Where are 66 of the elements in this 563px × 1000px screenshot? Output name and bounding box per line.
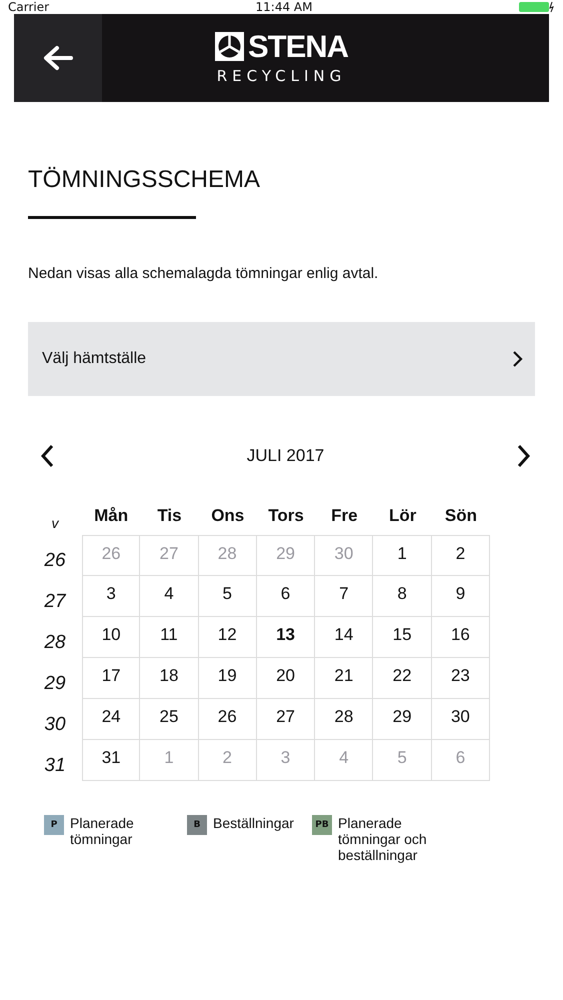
- status-time: 11:44 AM: [256, 0, 312, 14]
- previous-month-button[interactable]: [40, 444, 54, 468]
- calendar-day[interactable]: 13: [256, 617, 316, 658]
- legend-swatch: B: [187, 815, 207, 835]
- month-title: JULI 2017: [246, 446, 324, 466]
- weekday-heading: Tors: [267, 506, 305, 527]
- calendar-day[interactable]: 22: [373, 658, 432, 699]
- calendar-day[interactable]: 21: [315, 658, 374, 699]
- week-number: 30: [43, 712, 67, 736]
- legend-label: Beställningar: [213, 815, 294, 831]
- calendar-day[interactable]: 31: [82, 740, 140, 781]
- calendar-day[interactable]: 11: [140, 617, 199, 658]
- calendar-day[interactable]: 19: [198, 658, 257, 699]
- logo-subtitle: RECYCLING: [216, 67, 346, 85]
- calendar-day[interactable]: 18: [140, 658, 199, 699]
- calendar-day[interactable]: 23: [432, 658, 490, 699]
- calendar-day[interactable]: 26: [198, 699, 257, 740]
- chevron-right-icon: [511, 350, 523, 368]
- location-picker[interactable]: Välj hämtställe: [28, 322, 535, 396]
- week-number: 31: [43, 754, 67, 776]
- weekday-heading: Mån: [93, 506, 130, 527]
- legend-swatch: PB: [312, 815, 332, 835]
- calendar-day[interactable]: 5: [198, 576, 257, 617]
- calendar-day[interactable]: 30: [432, 699, 490, 740]
- legend-swatch: P: [44, 815, 64, 835]
- back-button[interactable]: [14, 14, 102, 102]
- calendar-day[interactable]: 2: [432, 535, 490, 576]
- logo-emblem-icon: [214, 32, 244, 61]
- week-heading: v: [50, 514, 60, 530]
- calendar-day[interactable]: 4: [140, 576, 199, 617]
- intro-text: Nedan visas alla schemalagda tömningar enlig avtal.: [28, 265, 380, 282]
- calendar-day[interactable]: 8: [373, 576, 432, 617]
- calendar-day[interactable]: 27: [256, 699, 316, 740]
- next-month-button[interactable]: [517, 444, 531, 468]
- calendar-day[interactable]: 25: [140, 699, 199, 740]
- page-title: TÖMNINGSSCHEMA: [28, 166, 262, 194]
- calendar-day[interactable]: 28: [315, 699, 374, 740]
- calendar-day[interactable]: 20: [256, 658, 316, 699]
- calendar-day[interactable]: 3: [82, 576, 140, 617]
- week-number: 27: [43, 590, 68, 612]
- legend-label: Planerade tömningar: [70, 815, 135, 847]
- legend-label: Planerade tömningar och beställningar: [338, 815, 428, 863]
- weekday-heading: Ons: [210, 506, 246, 527]
- calendar-day[interactable]: 14: [315, 617, 374, 658]
- calendar-day[interactable]: 17: [82, 658, 140, 699]
- calendar-day[interactable]: 6: [256, 576, 316, 617]
- weekday-heading: Lör: [388, 506, 418, 527]
- weekday-heading: Tis: [156, 506, 183, 527]
- calendar-day[interactable]: 29: [373, 699, 432, 740]
- calendar-day[interactable]: 7: [315, 576, 374, 617]
- weekday-heading: Fre: [330, 506, 359, 527]
- calendar-day[interactable]: 15: [373, 617, 432, 658]
- calendar-day[interactable]: 16: [432, 617, 490, 658]
- week-number: 29: [43, 672, 67, 694]
- weekday-heading: Sön: [444, 506, 478, 527]
- calendar-day[interactable]: 10: [82, 617, 140, 658]
- week-number: 28: [43, 630, 67, 654]
- calendar-day[interactable]: 9: [432, 576, 490, 617]
- calendar-day[interactable]: 1: [373, 535, 432, 576]
- carrier-label: Carrier: [8, 0, 50, 14]
- week-number: 26: [43, 548, 67, 572]
- calendar-day[interactable]: 24: [82, 699, 140, 740]
- battery-icon: [518, 1, 555, 13]
- back-arrow-icon: [43, 45, 73, 71]
- logo-wordmark: STENA: [248, 31, 348, 62]
- calendar-day[interactable]: 12: [198, 617, 257, 658]
